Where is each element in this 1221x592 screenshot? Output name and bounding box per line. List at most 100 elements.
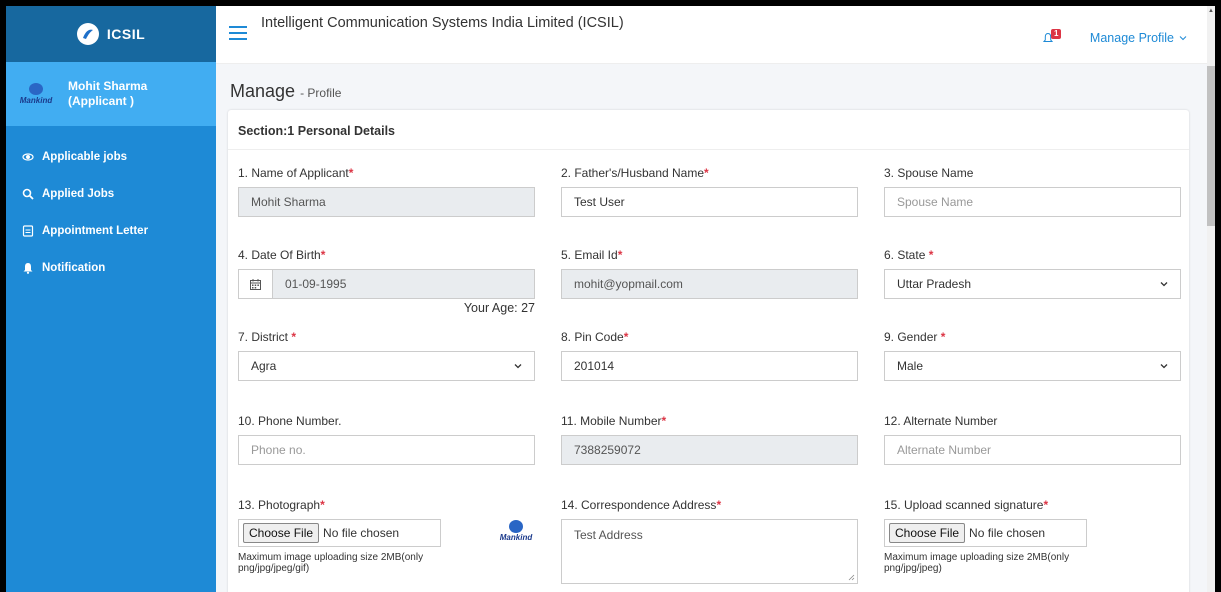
eye-icon xyxy=(22,152,34,161)
manage-profile-dropdown[interactable]: Manage Profile xyxy=(1090,31,1187,45)
bell-icon xyxy=(23,262,33,274)
state-value: Uttar Pradesh xyxy=(897,277,972,291)
sidebar-nav: Applicable jobs Applied Jobs Appointment… xyxy=(6,126,216,286)
father-name-input[interactable]: Test User xyxy=(561,187,858,217)
photo-label: 13. Photograph xyxy=(238,498,321,512)
photo-preview-text: Mankind xyxy=(499,533,533,542)
father-field-group: 2. Father's/Husband Name* Test User xyxy=(561,166,858,217)
dob-value: 01-09-1995 xyxy=(273,270,534,298)
required-marker: * xyxy=(940,330,946,344)
sidebar-item-label: Applied Jobs xyxy=(42,187,115,200)
menu-toggle-icon[interactable] xyxy=(229,26,247,40)
chevron-down-icon xyxy=(1160,364,1168,369)
chevron-down-icon xyxy=(1179,36,1187,41)
gender-field-group: 9. Gender * Male xyxy=(884,330,1181,381)
age-display: Your Age: 27 xyxy=(463,301,535,315)
photo-hint: Maximum image uploading size 2MB(only pn… xyxy=(238,552,424,574)
signature-label: 15. Upload scanned signature xyxy=(884,498,1044,512)
choose-file-button[interactable]: Choose File xyxy=(889,523,966,543)
gender-label: 9. Gender xyxy=(884,330,941,344)
address-field-group: 14. Correspondence Address* Test Address xyxy=(561,498,858,584)
choose-file-button[interactable]: Choose File xyxy=(243,523,320,543)
dob-label: 4. Date Of Birth xyxy=(238,248,321,262)
search-icon xyxy=(22,188,34,200)
manage-profile-label: Manage Profile xyxy=(1089,31,1174,45)
alternate-number-input[interactable]: Alternate Number xyxy=(884,435,1181,465)
signature-file-input[interactable]: Choose File No file chosen xyxy=(884,519,1087,547)
state-label: 6. State xyxy=(884,248,929,262)
user-panel: Mankind Mohit Sharma (Applicant ) xyxy=(6,62,216,126)
brand-name: ICSIL xyxy=(106,26,146,42)
email-field-group: 5. Email Id* mohit@yopmail.com xyxy=(561,248,858,299)
page-scrollbar[interactable]: ▲ xyxy=(1207,6,1215,592)
avatar-logo-icon xyxy=(29,83,43,95)
file-status: No file chosen xyxy=(323,526,400,540)
app-frame: ICSIL Mankind Mohit Sharma (Applicant ) … xyxy=(6,6,1215,592)
state-select[interactable]: Uttar Pradesh xyxy=(884,269,1181,299)
file-status: No file chosen xyxy=(969,526,1046,540)
father-label: 2. Father's/Husband Name xyxy=(561,166,705,180)
brand-bar[interactable]: ICSIL xyxy=(6,6,216,62)
top-header: Intelligent Communication Systems India … xyxy=(216,6,1207,64)
sidebar-item-label: Applicable jobs xyxy=(42,150,127,163)
mobile-label: 11. Mobile Number xyxy=(561,414,662,428)
email-field[interactable]: mohit@yopmail.com xyxy=(561,269,858,299)
photo-preview: Mankind xyxy=(496,520,536,542)
required-marker: * xyxy=(661,414,667,428)
sidebar: ICSIL Mankind Mohit Sharma (Applicant ) … xyxy=(6,6,216,592)
gender-select[interactable]: Male xyxy=(884,351,1181,381)
sidebar-item-applicable-jobs[interactable]: Applicable jobs xyxy=(6,138,216,175)
section-title: Section:1 Personal Details xyxy=(228,110,1189,150)
user-name: Mohit Sharma xyxy=(68,79,148,93)
mobile-input[interactable]: 7388259072 xyxy=(561,435,858,465)
phone-input[interactable]: Phone no. xyxy=(238,435,535,465)
address-label: 14. Correspondence Address xyxy=(561,498,717,512)
sidebar-item-label: Appointment Letter xyxy=(42,224,149,237)
avatar: Mankind xyxy=(18,76,54,112)
scroll-up-icon[interactable]: ▲ xyxy=(1208,8,1214,14)
required-marker: * xyxy=(704,166,709,180)
alternate-field-group: 12. Alternate Number Alternate Number xyxy=(884,414,1181,465)
required-marker: * xyxy=(617,248,623,262)
email-label: 5. Email Id xyxy=(561,248,618,262)
phone-field-group: 10. Phone Number. Phone no. xyxy=(238,414,535,465)
sidebar-item-applied-jobs[interactable]: Applied Jobs xyxy=(6,175,216,212)
dob-input[interactable]: 01-09-1995 xyxy=(238,269,535,299)
notification-badge: 1 xyxy=(1051,29,1062,39)
address-textarea[interactable]: Test Address xyxy=(561,519,858,584)
required-marker: * xyxy=(320,498,325,512)
district-select[interactable]: Agra xyxy=(238,351,535,381)
name-label: 1. Name of Applicant xyxy=(238,166,349,180)
page-title: Manage - Profile xyxy=(230,81,341,102)
district-field-group: 7. District * Agra xyxy=(238,330,535,381)
photo-file-input[interactable]: Choose File No file chosen xyxy=(238,519,441,547)
photo-field-group: 13. Photograph* Choose File No file chos… xyxy=(238,498,548,574)
icsil-logo-icon xyxy=(76,23,99,45)
chevron-down-icon xyxy=(514,364,522,369)
chevron-down-icon xyxy=(1160,282,1168,287)
state-field-group: 6. State * Uttar Pradesh xyxy=(884,248,1181,299)
required-marker: * xyxy=(1043,498,1049,512)
gender-value: Male xyxy=(897,359,924,373)
resize-handle-icon[interactable] xyxy=(848,574,855,581)
notification-bell[interactable]: 1 xyxy=(1042,29,1062,46)
name-input[interactable]: Mohit Sharma xyxy=(238,187,535,217)
required-marker: * xyxy=(623,330,629,344)
name-field-group: 1. Name of Applicant* Mohit Sharma xyxy=(238,166,535,217)
sidebar-item-notification[interactable]: Notification xyxy=(6,249,216,286)
pin-code-input[interactable]: 201014 xyxy=(561,351,858,381)
required-marker: * xyxy=(291,330,297,344)
alternate-label: 12. Alternate Number xyxy=(884,414,998,428)
district-label: 7. District xyxy=(238,330,292,344)
user-role: (Applicant ) xyxy=(68,94,134,108)
personal-details-card: Section:1 Personal Details 1. Name of Ap… xyxy=(228,110,1189,592)
calendar-icon[interactable] xyxy=(239,270,273,298)
spouse-name-input[interactable]: Spouse Name xyxy=(884,187,1181,217)
page-title-text: Manage xyxy=(230,81,296,101)
scroll-thumb[interactable] xyxy=(1207,66,1215,226)
sidebar-item-appointment-letter[interactable]: Appointment Letter xyxy=(6,212,216,249)
required-marker: * xyxy=(716,498,722,512)
header-title: Intelligent Communication Systems India … xyxy=(261,15,624,31)
sidebar-item-label: Notification xyxy=(42,261,106,274)
avatar-text: Mankind xyxy=(19,96,53,105)
